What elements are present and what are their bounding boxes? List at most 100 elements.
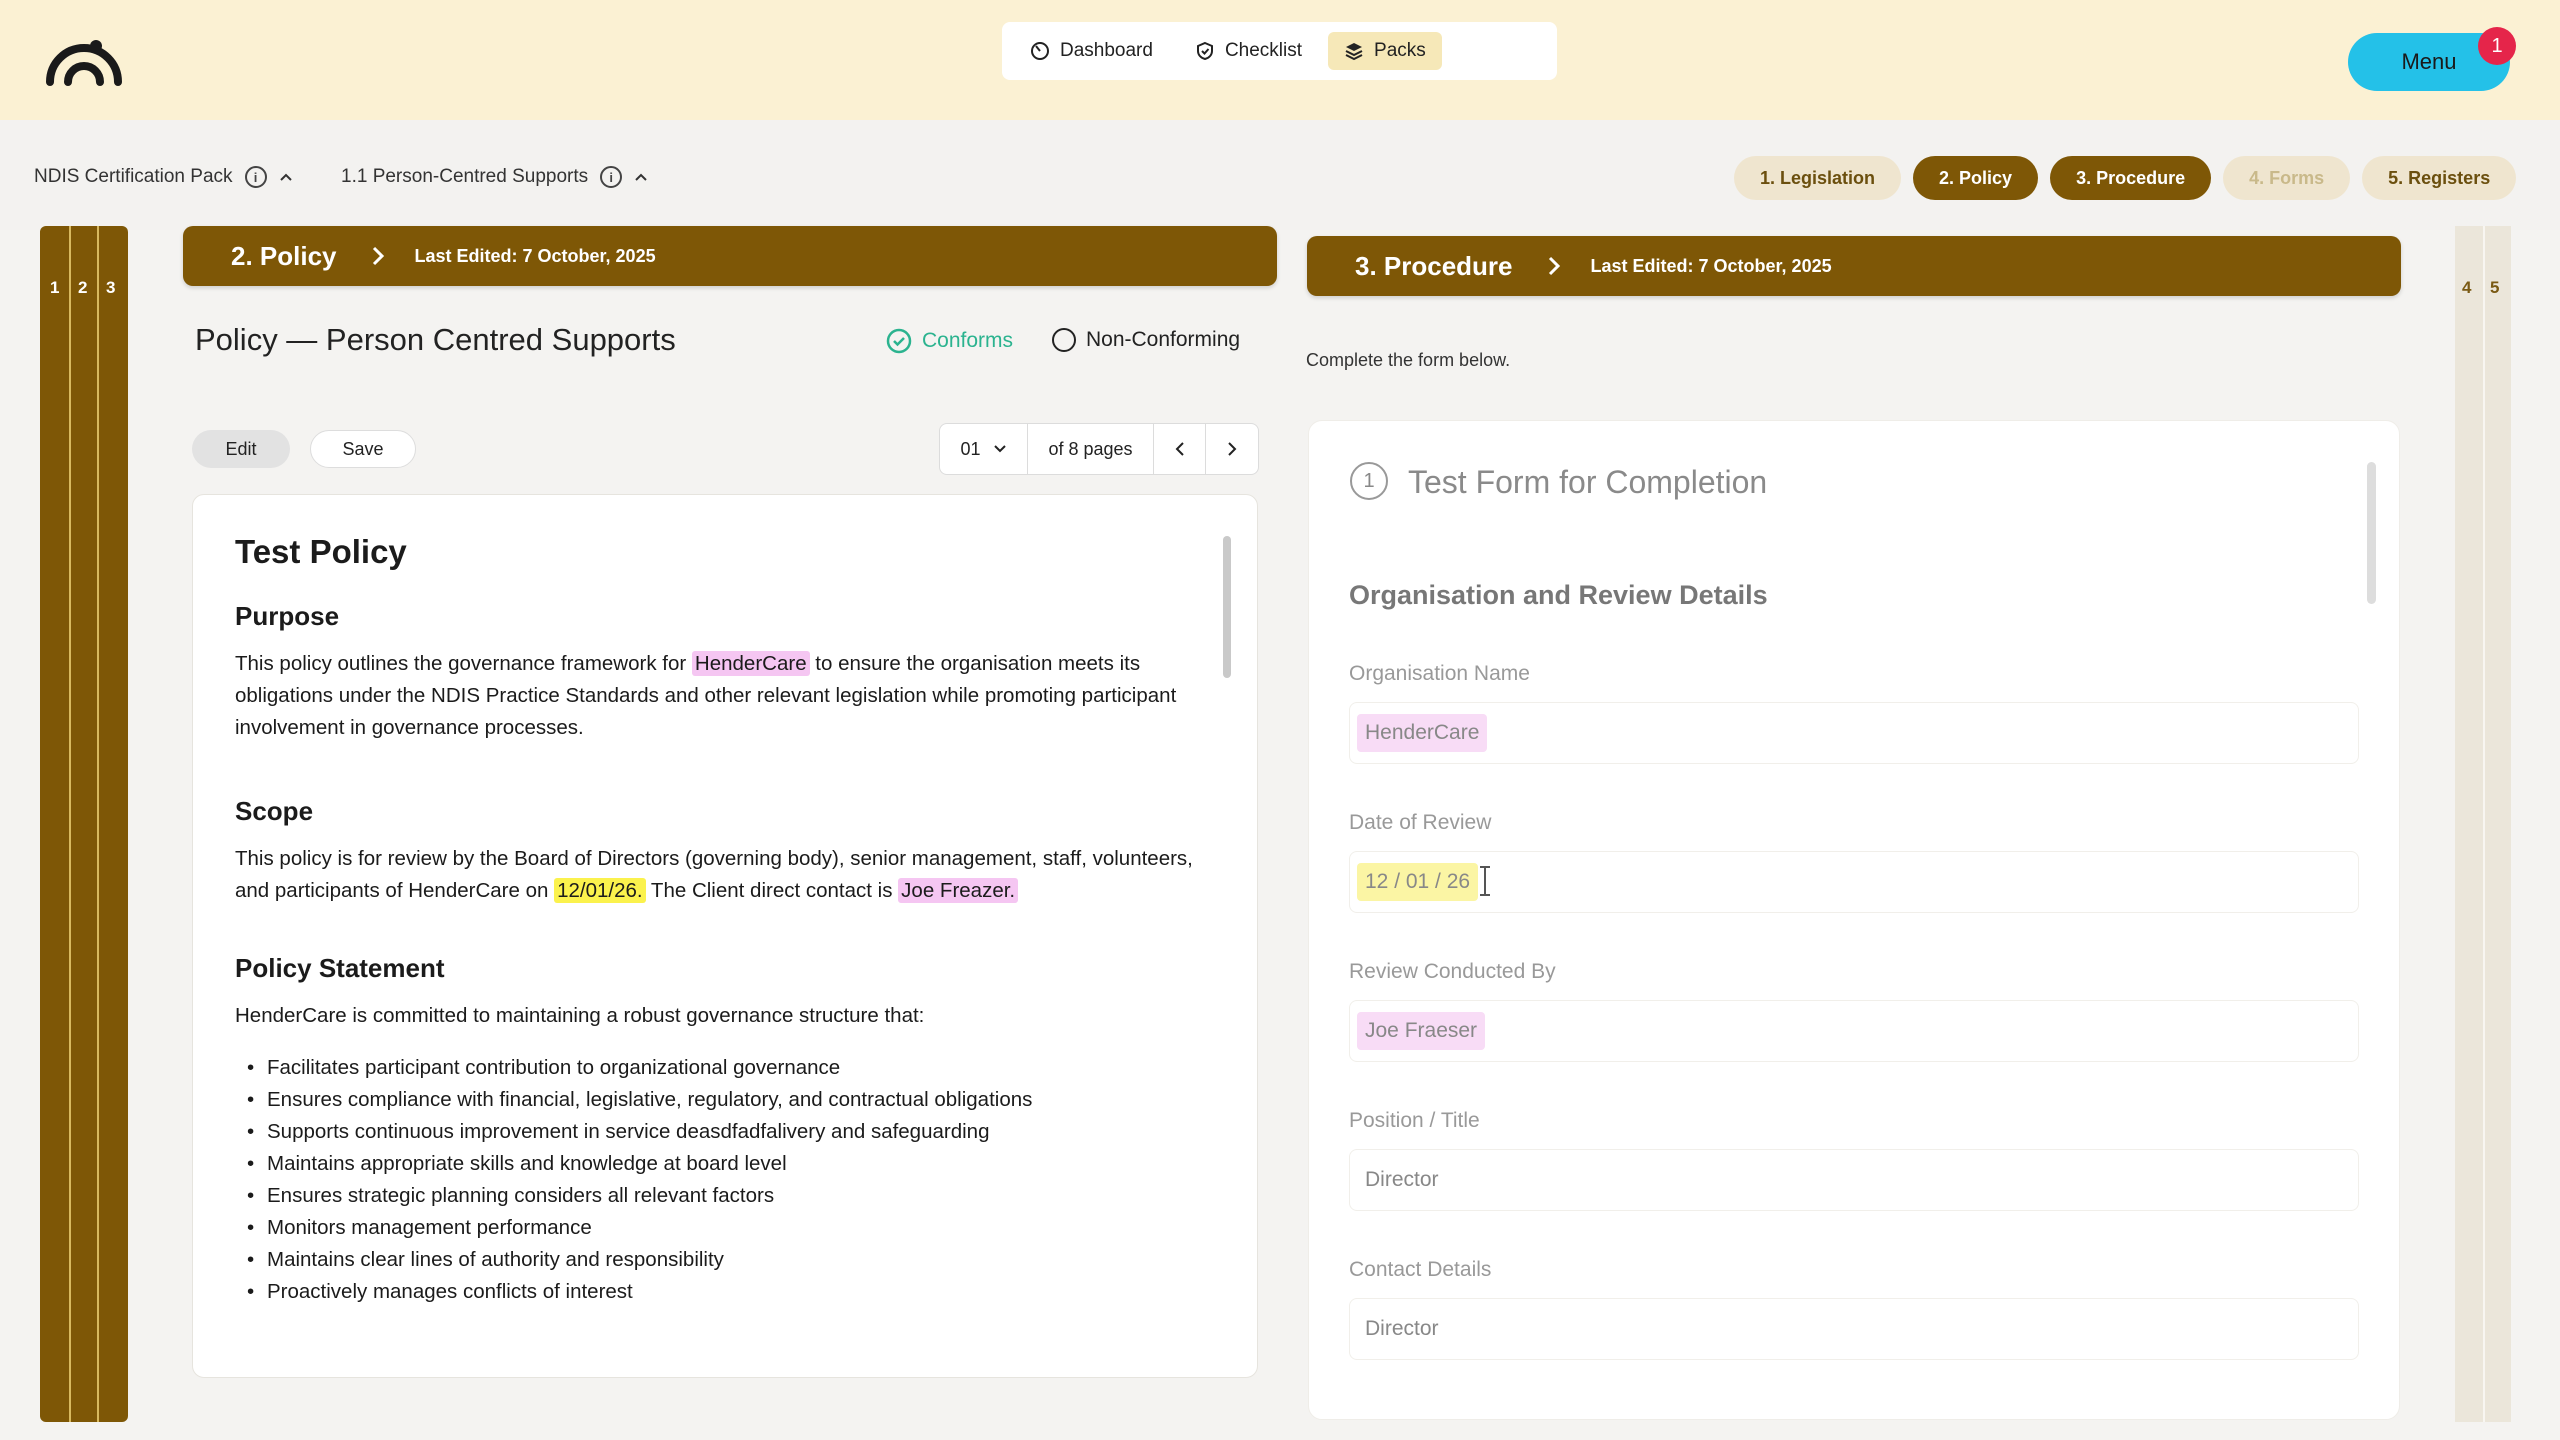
document-heading: Test Policy: [235, 533, 407, 570]
procedure-last-edited: Last Edited: 7 October, 2025: [1590, 255, 1832, 276]
nav-packs-label: Packs: [1374, 40, 1426, 61]
statement-intro: HenderCare is committed to maintaining a…: [235, 1004, 925, 1027]
statement-list: Facilitates participant contribution to …: [235, 1052, 1215, 1308]
chevron-down-icon: [993, 445, 1006, 453]
policy-panel-header: 2. Policy Last Edited: 7 October, 2025: [183, 226, 1277, 286]
policy-last-edited: Last Edited: 7 October, 2025: [414, 245, 656, 266]
organisation-name-value: HenderCare: [1357, 714, 1488, 752]
nav-checklist-label: Checklist: [1224, 40, 1303, 61]
contact-details-value: Director: [1365, 1317, 1439, 1340]
conforms-label: Conforms: [922, 329, 1014, 352]
date-of-review-field[interactable]: [1349, 851, 2359, 913]
chevron-up-icon[interactable]: [279, 172, 293, 182]
document-title: Policy — Person Centred Supports: [195, 322, 676, 357]
chevron-right-icon[interactable]: [369, 245, 387, 267]
statement-heading: Policy Statement: [235, 953, 445, 983]
scope-heading: Scope: [235, 796, 314, 826]
next-page-button[interactable]: [1206, 424, 1258, 474]
org-highlight: HenderCare: [691, 651, 810, 676]
field-label-organisation: Organisation Name: [1349, 662, 1530, 685]
chevron-up-icon[interactable]: [634, 172, 648, 182]
scope-text-2: The Client direct contact is: [650, 879, 893, 902]
nav-checklist[interactable]: Checklist: [1179, 32, 1318, 70]
dashboard-icon: [1031, 42, 1049, 60]
scope-paragraph: This policy is for review by the Board o…: [235, 843, 1215, 907]
date-highlight: 12/01/26.: [554, 878, 646, 903]
step-procedure[interactable]: 3. Procedure: [2050, 156, 2212, 200]
procedure-panel-header: 3. Procedure Last Edited: 7 October, 202…: [1307, 236, 2401, 296]
date-of-review-value: 12 / 01 / 26: [1357, 863, 1479, 901]
rail-divider: [97, 226, 99, 1422]
organisation-name-field[interactable]: [1349, 702, 2359, 764]
step-policy[interactable]: 2. Policy: [1913, 156, 2039, 200]
page-total: of 8 pages: [1028, 424, 1154, 474]
chevron-left-icon: [1175, 442, 1184, 456]
info-icon[interactable]: i: [600, 166, 623, 188]
review-conducted-by-value: Joe Fraeser: [1357, 1012, 1486, 1050]
text-cursor-icon: [1480, 866, 1490, 896]
info-icon[interactable]: i: [244, 166, 267, 188]
conforms-option[interactable]: Conforms: [886, 328, 1013, 354]
form-section-title: Organisation and Review Details: [1349, 580, 1768, 610]
main-nav: Dashboard Checklist Packs: [1002, 22, 1557, 80]
chevron-right-icon: [1228, 442, 1237, 456]
policy-panel-title: 2. Policy: [231, 240, 337, 271]
nav-packs[interactable]: Packs: [1328, 32, 1442, 70]
list-item: Maintains clear lines of authority and r…: [235, 1244, 1215, 1276]
rail-divider: [2483, 226, 2485, 1422]
position-title-value: Director: [1365, 1168, 1439, 1191]
check-circle-icon: [886, 328, 912, 354]
contact-details-field[interactable]: [1349, 1298, 2359, 1360]
page-select[interactable]: 01: [940, 424, 1028, 474]
page-select-value: 01: [960, 438, 981, 459]
contact-highlight: Joe Freazer.: [898, 878, 1019, 903]
rail-tab-3[interactable]: 3: [106, 278, 115, 298]
rail-divider: [69, 226, 71, 1422]
form-number-badge: 1: [1350, 462, 1388, 500]
pagination: 01 of 8 pages: [939, 423, 1259, 475]
step-legislation[interactable]: 1. Legislation: [1734, 156, 1902, 200]
position-title-field[interactable]: [1349, 1149, 2359, 1211]
breadcrumb-pack-label: NDIS Certification Pack: [34, 166, 233, 187]
step-registers[interactable]: 5. Registers: [2362, 156, 2517, 200]
save-button[interactable]: Save: [310, 430, 416, 468]
field-label-position: Position / Title: [1349, 1109, 1480, 1132]
purpose-paragraph: This policy outlines the governance fram…: [235, 648, 1215, 744]
list-item: Maintains appropriate skills and knowled…: [235, 1148, 1215, 1180]
rail-tab-4[interactable]: 4: [2462, 278, 2471, 298]
rail-tab-1[interactable]: 1: [50, 278, 59, 298]
breadcrumb-pack[interactable]: NDIS Certification Pack i: [34, 166, 293, 188]
purpose-heading: Purpose: [235, 601, 340, 631]
app-logo[interactable]: [44, 32, 124, 88]
nav-dashboard[interactable]: Dashboard: [1014, 32, 1169, 70]
form-scrollbar[interactable]: [2367, 462, 2376, 604]
nav-dashboard-label: Dashboard: [1060, 40, 1153, 61]
list-item: Supports continuous improvement in servi…: [235, 1116, 1215, 1148]
field-label-date: Date of Review: [1349, 811, 1492, 834]
nonconforming-option[interactable]: Non-Conforming: [1052, 328, 1240, 352]
breadcrumb-section[interactable]: 1.1 Person-Centred Supports i: [341, 166, 648, 188]
form-title: Test Form for Completion: [1408, 464, 1768, 500]
edit-button[interactable]: Edit: [192, 430, 290, 468]
radio-circle-icon: [1052, 328, 1076, 352]
shield-check-icon: [1196, 41, 1213, 61]
list-item: Proactively manages conflicts of interes…: [235, 1276, 1215, 1308]
left-collapsed-rail[interactable]: [40, 226, 128, 1422]
prev-page-button[interactable]: [1154, 424, 1206, 474]
layers-icon: [1345, 43, 1363, 61]
list-item: Facilitates participant contribution to …: [235, 1052, 1215, 1084]
policy-document[interactable]: Test Policy Purpose This policy outlines…: [192, 494, 1258, 1378]
chevron-right-icon[interactable]: [1545, 255, 1563, 277]
document-scrollbar[interactable]: [1223, 536, 1231, 678]
procedure-subtitle: Complete the form below.: [1306, 350, 1511, 370]
review-conducted-by-field[interactable]: [1349, 1000, 2359, 1062]
list-item: Monitors management performance: [235, 1212, 1215, 1244]
rail-tab-5[interactable]: 5: [2490, 278, 2499, 298]
procedure-panel-title: 3. Procedure: [1355, 250, 1513, 281]
list-item: Ensures compliance with financial, legis…: [235, 1084, 1215, 1116]
breadcrumb-section-label: 1.1 Person-Centred Supports: [341, 166, 589, 187]
step-forms[interactable]: 4. Forms: [2223, 156, 2351, 200]
notification-badge: 1: [2478, 27, 2516, 65]
rail-tab-2[interactable]: 2: [78, 278, 87, 298]
field-label-reviewer: Review Conducted By: [1349, 960, 1556, 983]
